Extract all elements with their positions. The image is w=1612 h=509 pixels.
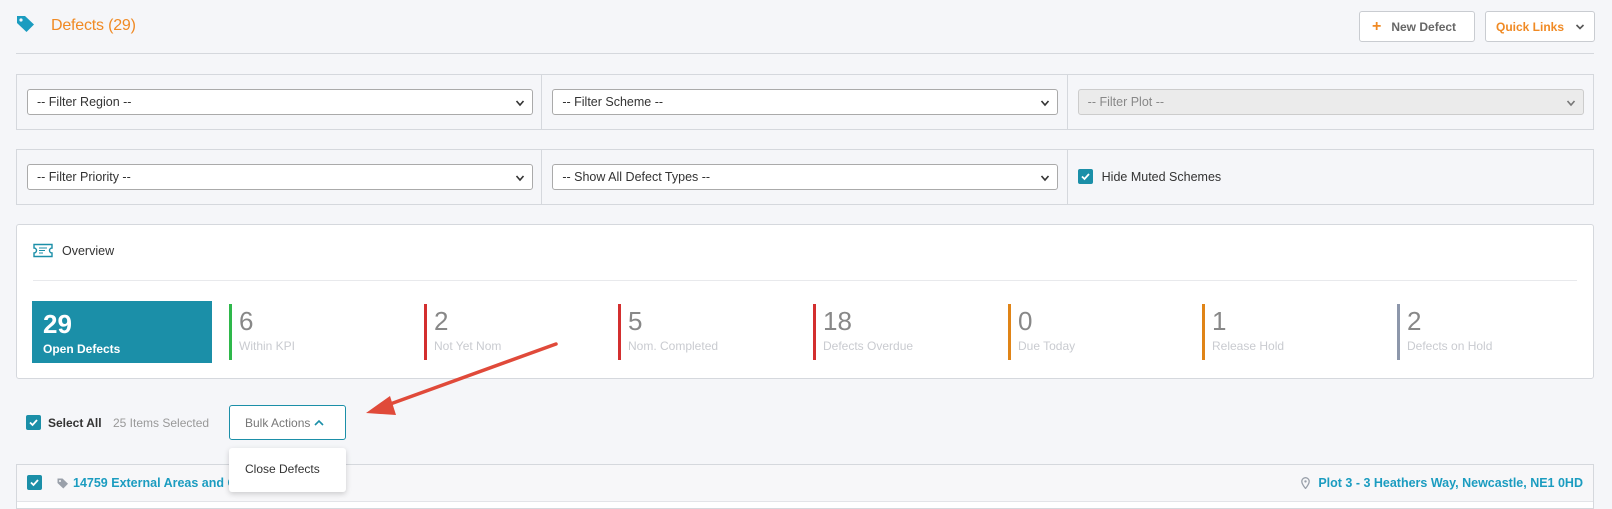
page-title: Defects (29) — [51, 17, 136, 34]
kpi-open-defects-label: Open Defects — [43, 342, 121, 356]
check-icon — [1081, 173, 1090, 181]
priority-select-value: -- Filter Priority -- — [37, 170, 131, 184]
kpi-value: 6 — [239, 306, 254, 336]
kpi-label: Defects Overdue — [823, 339, 914, 353]
kpi-open-defects[interactable]: 29 Open Defects — [32, 301, 212, 363]
chevron-up-icon — [314, 419, 324, 426]
hide-muted-toggle[interactable]: Hide Muted Schemes — [1077, 169, 1222, 184]
kpi-value: 2 — [434, 306, 449, 336]
defect-types-select[interactable]: -- Show All Defect Types -- — [552, 164, 1059, 190]
tag-icon — [17, 16, 34, 32]
defect-location-text: Plot 3 - 3 Heathers Way, Newcastle, NE1 … — [1318, 476, 1583, 490]
kpi-within-kpi[interactable]: 6 Within KPI — [229, 304, 409, 360]
check-icon — [30, 479, 39, 487]
kpi-nom-completed[interactable]: 5 Nom. Completed — [618, 304, 798, 360]
defect-title-text: 14759 External Areas and C — [73, 476, 237, 490]
kpi-label: Within KPI — [239, 339, 296, 353]
hide-muted-label: Hide Muted Schemes — [1101, 169, 1222, 184]
kpi-label: Nom. Completed — [628, 339, 719, 353]
overview-title: Overview — [62, 243, 115, 258]
plot-select[interactable]: -- Filter Plot -- — [1077, 89, 1584, 115]
kpi-bar — [1397, 304, 1400, 360]
filter-panel-2: -- Filter Priority -- -- Show All Defect… — [16, 149, 1594, 205]
kpi-value: 1 — [1212, 306, 1227, 336]
kpi-bar — [229, 304, 232, 360]
kpi-defects-on-hold[interactable]: 2 Defects on Hold — [1397, 304, 1577, 360]
tag-icon — [57, 478, 68, 488]
page-header: Defects (29) + New Defect Quick Links — [16, 0, 1595, 54]
scheme-select-value: -- Filter Scheme -- — [562, 95, 664, 109]
chevron-down-icon — [515, 175, 525, 182]
kpi-release-hold[interactable]: 1 Release Hold — [1202, 304, 1382, 360]
kpi-not-yet-nom[interactable]: 2 Not Yet Nom — [424, 304, 604, 360]
quick-links-label: Quick Links — [1496, 19, 1565, 34]
chevron-down-icon — [1575, 24, 1585, 30]
row-checkbox[interactable] — [27, 475, 42, 490]
kpi-label: Due Today — [1018, 339, 1076, 353]
kpi-bar — [424, 304, 427, 360]
chevron-down-icon — [1566, 100, 1575, 107]
selected-count: 25 Items Selected — [113, 416, 210, 430]
overview-divider — [33, 280, 1577, 281]
menu-item-close-defects[interactable]: Close Defects — [245, 462, 330, 476]
filter-cell-scheme: -- Filter Scheme -- — [542, 75, 1068, 129]
kpi-due-today[interactable]: 0 Due Today — [1008, 304, 1188, 360]
kpi-label: Release Hold — [1212, 339, 1285, 353]
defect-location-link[interactable]: Plot 3 - 3 Heathers Way, Newcastle, NE1 … — [1301, 476, 1583, 490]
kpi-open-defects-value: 29 — [43, 309, 72, 339]
check-icon — [29, 419, 38, 427]
filter-cell-region: -- Filter Region -- — [17, 75, 543, 129]
scheme-select[interactable]: -- Filter Scheme -- — [552, 89, 1059, 115]
new-defect-label: New Defect — [1391, 19, 1457, 34]
select-all-label: Select All — [48, 415, 102, 430]
select-all-toggle[interactable]: Select All — [26, 415, 102, 430]
chevron-down-icon — [1041, 175, 1050, 182]
plus-icon: + — [1372, 17, 1382, 35]
kpi-label: Defects on Hold — [1407, 339, 1493, 353]
bulk-actions-menu: Close Defects — [229, 448, 346, 492]
ticket-icon — [33, 243, 53, 258]
plot-select-value: -- Filter Plot -- — [1087, 95, 1165, 109]
filter-panel-1: -- Filter Region -- -- Filter Scheme -- … — [16, 74, 1594, 130]
overview-panel: Overview 29 Open Defects 6 Within KPI 2 … — [16, 224, 1594, 379]
filter-cell-defect-types: -- Show All Defect Types -- — [542, 150, 1068, 204]
kpi-bar — [1202, 304, 1205, 360]
quick-links-button[interactable]: Quick Links — [1485, 11, 1595, 42]
kpi-value: 5 — [628, 306, 643, 336]
filter-cell-plot: -- Filter Plot -- — [1068, 75, 1593, 129]
kpi-value: 0 — [1018, 306, 1033, 336]
chevron-down-icon — [1041, 100, 1050, 107]
filter-cell-hide-muted: Hide Muted Schemes — [1068, 150, 1593, 204]
region-select-value: -- Filter Region -- — [37, 95, 132, 109]
new-defect-button[interactable]: + New Defect — [1359, 11, 1475, 42]
kpi-bar — [1008, 304, 1011, 360]
kpi-value: 2 — [1407, 306, 1422, 336]
select-all-checkbox[interactable] — [26, 415, 41, 430]
selection-toolbar: Select All 25 Items Selected Bulk Action… — [26, 405, 626, 440]
kpi-label: Not Yet Nom — [434, 339, 502, 353]
kpi-defects-overdue[interactable]: 18 Defects Overdue — [813, 304, 993, 360]
kpi-value: 18 — [823, 306, 852, 336]
defect-types-select-value: -- Show All Defect Types -- — [562, 170, 711, 184]
bulk-actions-button[interactable]: Bulk Actions — [229, 405, 346, 440]
kpi-bar — [813, 304, 816, 360]
kpi-bar — [618, 304, 621, 360]
map-pin-icon — [1301, 477, 1311, 489]
defect-title-link[interactable]: 14759 External Areas and C — [57, 476, 237, 490]
region-select[interactable]: -- Filter Region -- — [27, 89, 533, 115]
bulk-actions-label: Bulk Actions — [245, 415, 311, 430]
priority-select[interactable]: -- Filter Priority -- — [27, 164, 533, 190]
overview-header: Overview — [33, 243, 114, 258]
chevron-down-icon — [515, 100, 525, 107]
hide-muted-checkbox[interactable] — [1077, 169, 1093, 184]
filter-cell-priority: -- Filter Priority -- — [17, 150, 543, 204]
